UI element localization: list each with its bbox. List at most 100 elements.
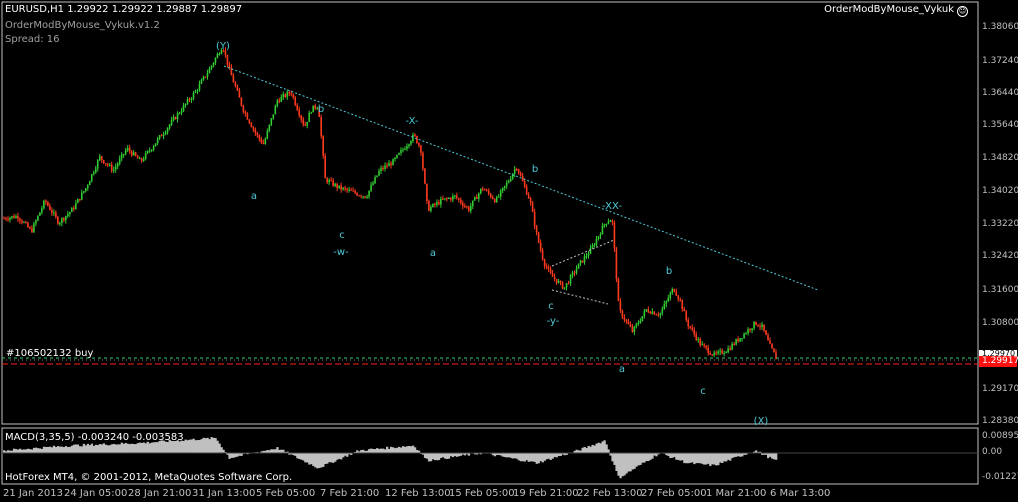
candle-body <box>3 218 5 220</box>
macd-bar <box>94 444 98 453</box>
macd-bar <box>316 453 319 469</box>
candle-body <box>17 216 19 219</box>
wave-label[interactable]: -X- <box>405 116 418 127</box>
candle-body <box>695 334 698 340</box>
macd-bar <box>689 453 692 463</box>
candle-body <box>725 352 727 354</box>
macd-bar <box>390 446 393 453</box>
wave-label[interactable]: (X) <box>754 416 769 427</box>
candle-body <box>428 201 430 211</box>
candle-body <box>192 92 195 99</box>
macd-bar <box>621 453 624 477</box>
candle-body <box>294 97 297 105</box>
macd-bar <box>527 453 530 462</box>
wave-label[interactable]: a <box>430 248 436 259</box>
macd-bar <box>114 444 118 453</box>
candle-body <box>37 215 39 221</box>
price-tick: 1.32420 <box>982 251 1018 261</box>
candle-body <box>467 207 470 211</box>
candle-body <box>172 117 175 121</box>
candle-body <box>136 155 139 159</box>
wave-label[interactable]: b <box>318 104 324 115</box>
candle-body <box>585 255 588 257</box>
candle-body <box>565 283 568 288</box>
candle-body <box>148 150 151 152</box>
wave-label[interactable]: -XX- <box>602 201 622 212</box>
wave-label[interactable]: -y- <box>547 316 560 327</box>
macd-bar <box>705 453 708 465</box>
candle-body <box>110 164 113 171</box>
candle-body <box>773 348 775 353</box>
macd-bar <box>769 453 772 457</box>
candle-body <box>553 276 556 279</box>
candle-body <box>234 82 237 87</box>
macd-bar <box>649 453 652 460</box>
macd-bar <box>693 453 696 465</box>
macd-bar <box>613 453 616 465</box>
macd-bar <box>655 453 658 457</box>
macd-bar <box>386 446 389 453</box>
macd-bar <box>555 453 558 458</box>
macd-bar <box>198 440 201 453</box>
candle-body <box>94 168 97 173</box>
candle-body <box>479 188 482 194</box>
wave-label[interactable]: -w- <box>333 247 348 258</box>
candle-body <box>561 282 564 289</box>
candle-body <box>611 220 614 223</box>
macd-bar <box>523 453 526 462</box>
candle-body <box>43 200 45 209</box>
candle-body <box>466 206 468 208</box>
macd-bar <box>98 444 102 453</box>
wave-label[interactable]: (Y) <box>216 41 230 52</box>
ea-badge[interactable]: OrderModByMouse_Vykuk ☺ <box>824 4 968 17</box>
macd-bar <box>683 453 686 464</box>
candle-body <box>308 112 311 122</box>
candle-body <box>386 165 388 167</box>
macd-bar <box>697 453 700 464</box>
wave-label[interactable]: b <box>666 266 672 277</box>
macd-bar <box>447 453 451 459</box>
wave-label[interactable]: a <box>619 364 625 375</box>
macd-bar <box>543 453 546 461</box>
candle-body <box>262 142 265 144</box>
macd-bar <box>332 453 335 463</box>
order-label[interactable]: #106502132 buy <box>6 348 93 360</box>
candle-body <box>280 96 283 102</box>
candle-body <box>663 303 666 310</box>
wave-label[interactable]: c <box>548 301 554 312</box>
candle-body <box>495 197 498 203</box>
macd-bar <box>707 453 710 464</box>
candle-body <box>364 196 366 198</box>
macd-bar <box>144 443 147 453</box>
candle-body <box>47 202 49 206</box>
candle-body <box>643 311 646 317</box>
candle-body <box>603 224 606 226</box>
macd-bar <box>719 453 722 463</box>
candle-body <box>57 216 59 224</box>
macd-bar <box>701 453 704 464</box>
macd-bar <box>86 443 90 453</box>
candle-body <box>505 182 508 186</box>
candle-body <box>104 163 107 165</box>
candle-body <box>669 293 672 299</box>
wave-label[interactable]: b <box>532 164 538 175</box>
candle-body <box>755 321 757 325</box>
candle-body <box>314 105 316 109</box>
candle-body <box>679 299 682 301</box>
wave-label[interactable]: c <box>700 386 706 397</box>
wave-label[interactable]: c <box>339 230 345 241</box>
candle-body <box>324 155 326 179</box>
macd-bar <box>202 437 205 453</box>
macd-bar <box>122 443 125 453</box>
candle-body <box>619 301 622 311</box>
macd-bar <box>669 453 672 459</box>
macd-bar <box>134 444 137 453</box>
candle-body <box>501 187 504 191</box>
macd-bar <box>505 453 508 458</box>
candle-body <box>587 253 590 256</box>
candle-body <box>96 160 99 169</box>
wave-label[interactable]: a <box>251 191 257 202</box>
ea-name: OrderModByMouse_Vykuk.v1.2 <box>5 20 160 31</box>
price-chart[interactable] <box>0 0 1018 502</box>
candle-body <box>705 345 707 348</box>
